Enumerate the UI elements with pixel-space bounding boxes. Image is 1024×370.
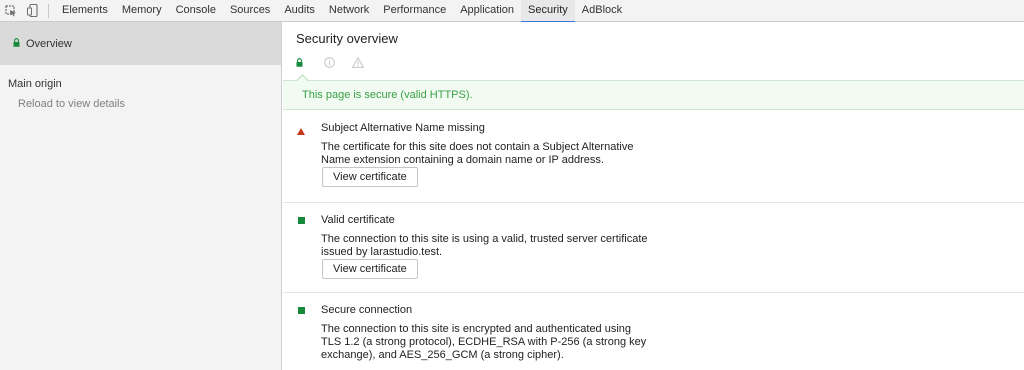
tab-security[interactable]: Security [521, 0, 575, 23]
explanation-description: The certificate for this site does not c… [321, 141, 634, 166]
tab-audits[interactable]: Audits [277, 0, 322, 22]
view-certificate-button[interactable]: View certificate [322, 259, 418, 279]
tab-sources[interactable]: Sources [223, 0, 277, 22]
secure-square-icon [298, 307, 305, 314]
tab-performance[interactable]: Performance [376, 0, 453, 22]
explanation-valid-certificate: Valid certificate The connection to this… [283, 203, 1024, 293]
explanation-title: Secure connection [321, 304, 413, 316]
warning-icon [352, 55, 370, 69]
lock-icon [13, 37, 20, 50]
lock-icon [296, 55, 314, 69]
secure-square-icon [298, 217, 305, 224]
sidebar-item-overview[interactable]: Overview [0, 22, 281, 65]
security-main-panel: Security overview This page is secure (v… [283, 22, 1024, 370]
security-sidebar: Overview Main origin Reload to view deta… [0, 22, 282, 370]
tab-adblock[interactable]: AdBlock [575, 0, 629, 22]
inspect-element-icon[interactable] [0, 0, 22, 22]
explanation-description: The connection to this site is using a v… [321, 233, 648, 258]
tab-network[interactable]: Network [322, 0, 376, 22]
explanation-secure-connection: Secure connection The connection to this… [283, 293, 1024, 370]
explanation-description: The connection to this site is encrypted… [321, 323, 647, 361]
explanation-title: Subject Alternative Name missing [321, 122, 485, 134]
explanation-san-missing: Subject Alternative Name missing The cer… [283, 111, 1024, 203]
security-summary [296, 55, 380, 69]
main-origin-heading: Main origin [8, 78, 62, 90]
tab-console[interactable]: Console [169, 0, 223, 22]
page-title: Security overview [296, 31, 398, 46]
security-summary-banner: This page is secure (valid HTTPS). [283, 81, 1024, 110]
toolbar-divider [48, 3, 49, 18]
tab-memory[interactable]: Memory [115, 0, 169, 22]
warning-triangle-icon [297, 126, 305, 138]
devtools-toolbar: Elements Memory Console Sources Audits Networ… [0, 0, 1024, 23]
info-icon [324, 55, 342, 69]
sidebar-item-label: Overview [26, 37, 72, 50]
device-mode-icon[interactable] [22, 0, 44, 22]
tab-elements[interactable]: Elements [55, 0, 115, 22]
explanation-title: Valid certificate [321, 214, 395, 226]
tab-application[interactable]: Application [453, 0, 521, 22]
panel-tabs: Elements Memory Console Sources Audits Networ… [55, 0, 629, 23]
reload-hint: Reload to view details [18, 98, 126, 110]
view-certificate-button[interactable]: View certificate [322, 167, 418, 187]
